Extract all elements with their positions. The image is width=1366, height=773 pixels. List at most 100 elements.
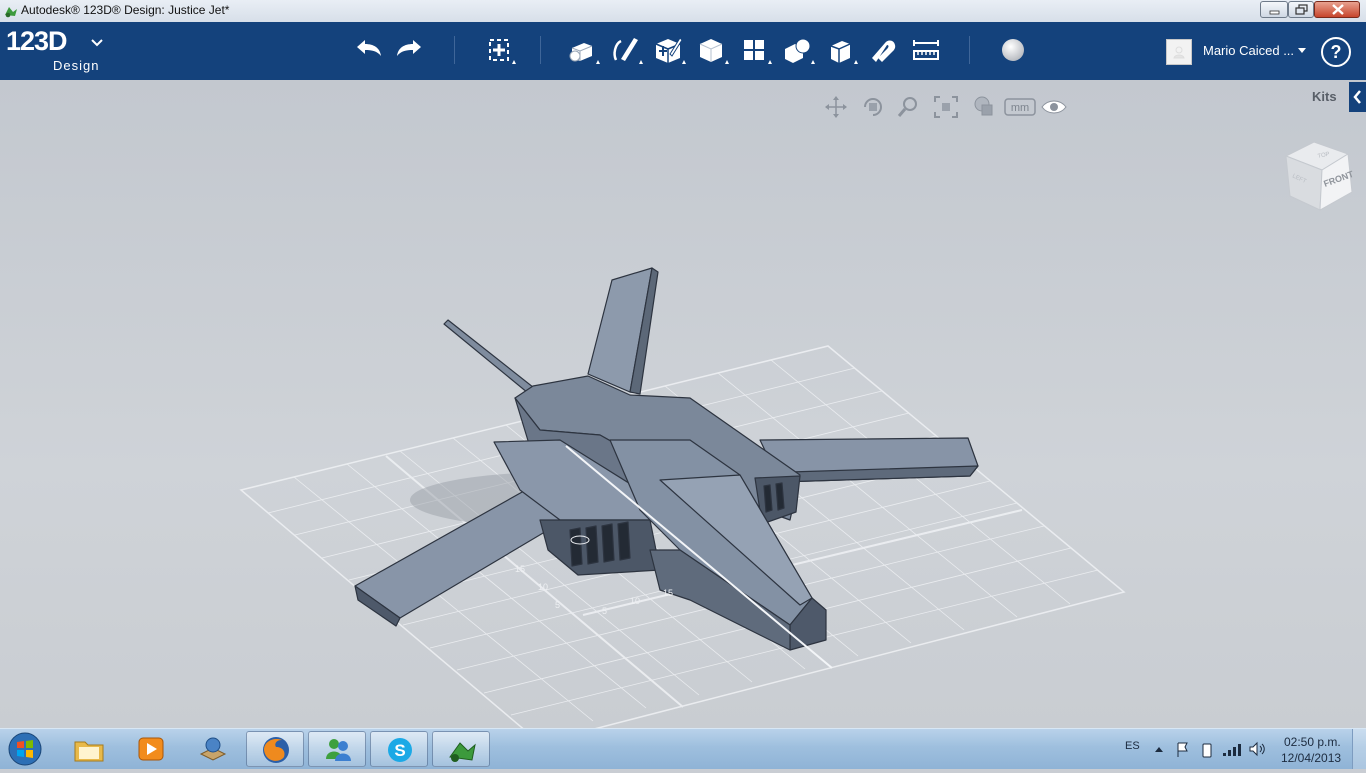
123d-design-icon [449, 742, 476, 762]
modify-icon [699, 39, 729, 64]
network-icon [1223, 744, 1241, 756]
svg-text:S: S [394, 741, 405, 760]
avatar[interactable] [1166, 39, 1192, 65]
view-cube[interactable]: TOP LEFT FRONT [1282, 140, 1354, 214]
start-button[interactable] [4, 730, 46, 768]
app-icon [5, 7, 17, 18]
action-center-icon [1177, 742, 1188, 757]
view-mode-button[interactable] [970, 94, 998, 120]
zoom-icon [897, 97, 917, 117]
units-button[interactable]: mm [1004, 94, 1038, 120]
caret-down-icon[interactable] [1297, 47, 1307, 55]
redo-button[interactable] [392, 32, 428, 68]
grid-label: 15 [663, 588, 673, 598]
construct-icon [655, 37, 686, 64]
units-badge: mm [1004, 98, 1036, 116]
maximize-button[interactable] [1288, 1, 1314, 18]
system-tray[interactable] [1152, 739, 1268, 759]
taskbar-123d-design[interactable] [432, 731, 490, 767]
chevron-left-icon [1353, 90, 1361, 104]
grid-label: 10 [538, 582, 548, 592]
sketch-button[interactable] [607, 32, 643, 68]
3d-viewport[interactable]: 15 10 5 5 10 15 mm Kits TOP LEFT FRONT [0, 80, 1366, 728]
pan-icon [825, 96, 847, 118]
language-indicator[interactable]: ES [1125, 740, 1140, 752]
material-button[interactable] [995, 32, 1031, 68]
close-icon [1332, 4, 1344, 15]
grouping-icon [785, 38, 815, 64]
taskbar-desktop-app[interactable] [184, 731, 242, 767]
desktop-app-icon [199, 737, 227, 761]
pan-button[interactable] [822, 94, 850, 120]
fit-button[interactable] [932, 94, 960, 120]
kits-panel-toggle[interactable] [1349, 82, 1366, 112]
eye-icon [1041, 100, 1067, 114]
toolbar-separator [969, 36, 970, 64]
taskbar-media-player[interactable] [122, 731, 180, 767]
transform-button[interactable] [480, 32, 516, 68]
sketch-icon [613, 38, 643, 64]
chevron-down-icon [91, 39, 103, 47]
grid-label: 5 [555, 600, 560, 610]
zoom-button[interactable] [895, 94, 923, 120]
combine-icon [830, 41, 858, 64]
toolbar-separator [454, 36, 455, 64]
clock-date[interactable]: 12/04/2013 [1281, 751, 1341, 765]
show-hidden-icon [1155, 747, 1163, 752]
pattern-icon [744, 40, 772, 64]
primitives-button[interactable] [564, 32, 600, 68]
taskbar: S ES 02:50 p.m. 12/04/2013 [0, 728, 1366, 769]
user-icon [1173, 46, 1185, 59]
redo-icon [397, 40, 421, 56]
window-title: Autodesk® 123D® Design: Justice Jet* [21, 3, 230, 17]
primitives-icon [569, 43, 600, 64]
view-mode-icon [974, 96, 993, 116]
snap-button[interactable] [865, 32, 901, 68]
transform-icon [489, 39, 516, 64]
skype-icon: S [388, 738, 412, 762]
orbit-icon [864, 98, 882, 116]
logo-subtitle: Design [53, 58, 100, 73]
show-desktop-button[interactable] [1352, 729, 1366, 769]
measure-button[interactable] [908, 32, 944, 68]
taskbar-skype[interactable]: S [370, 731, 428, 767]
orbit-button[interactable] [859, 94, 887, 120]
jet-model[interactable] [354, 267, 979, 669]
construct-button[interactable] [650, 32, 686, 68]
clock-time[interactable]: 02:50 p.m. [1284, 735, 1341, 749]
messenger-icon [326, 739, 351, 761]
user-name[interactable]: Mario Caiced ... [1203, 43, 1294, 58]
taskbar-explorer[interactable] [60, 731, 118, 767]
fit-icon [934, 96, 958, 118]
taskbar-firefox[interactable] [246, 731, 304, 767]
grouping-button[interactable] [779, 32, 815, 68]
minimize-icon [1269, 10, 1280, 15]
units-label: mm [1011, 102, 1029, 114]
measure-icon [913, 40, 939, 60]
help-button[interactable]: ? [1321, 37, 1351, 67]
model-scene[interactable]: 15 10 5 5 10 15 [0, 80, 1366, 728]
grid-label: 10 [630, 596, 640, 606]
logo-text: 123D [6, 26, 68, 56]
grid-label: 5 [602, 606, 607, 616]
visibility-button[interactable] [1040, 94, 1068, 120]
toolbar-separator [540, 36, 541, 64]
folder-icon [74, 741, 104, 762]
close-button[interactable] [1314, 1, 1360, 18]
windows-start-icon [8, 732, 42, 766]
material-sphere-icon [1002, 39, 1024, 61]
restore-icon [1295, 4, 1308, 15]
kits-label[interactable]: Kits [1312, 89, 1337, 104]
battery-icon [1202, 743, 1212, 758]
taskbar-messenger[interactable] [308, 731, 366, 767]
undo-button[interactable] [350, 32, 386, 68]
pattern-button[interactable] [736, 32, 772, 68]
volume-icon [1249, 741, 1258, 757]
media-player-icon [138, 737, 164, 761]
combine-button[interactable] [822, 32, 858, 68]
minimize-button[interactable] [1260, 1, 1288, 18]
undo-icon [357, 40, 381, 56]
main-toolbar: 123D Design Mario Caiced ... ? [0, 22, 1366, 80]
firefox-icon [263, 737, 289, 763]
modify-button[interactable] [693, 32, 729, 68]
